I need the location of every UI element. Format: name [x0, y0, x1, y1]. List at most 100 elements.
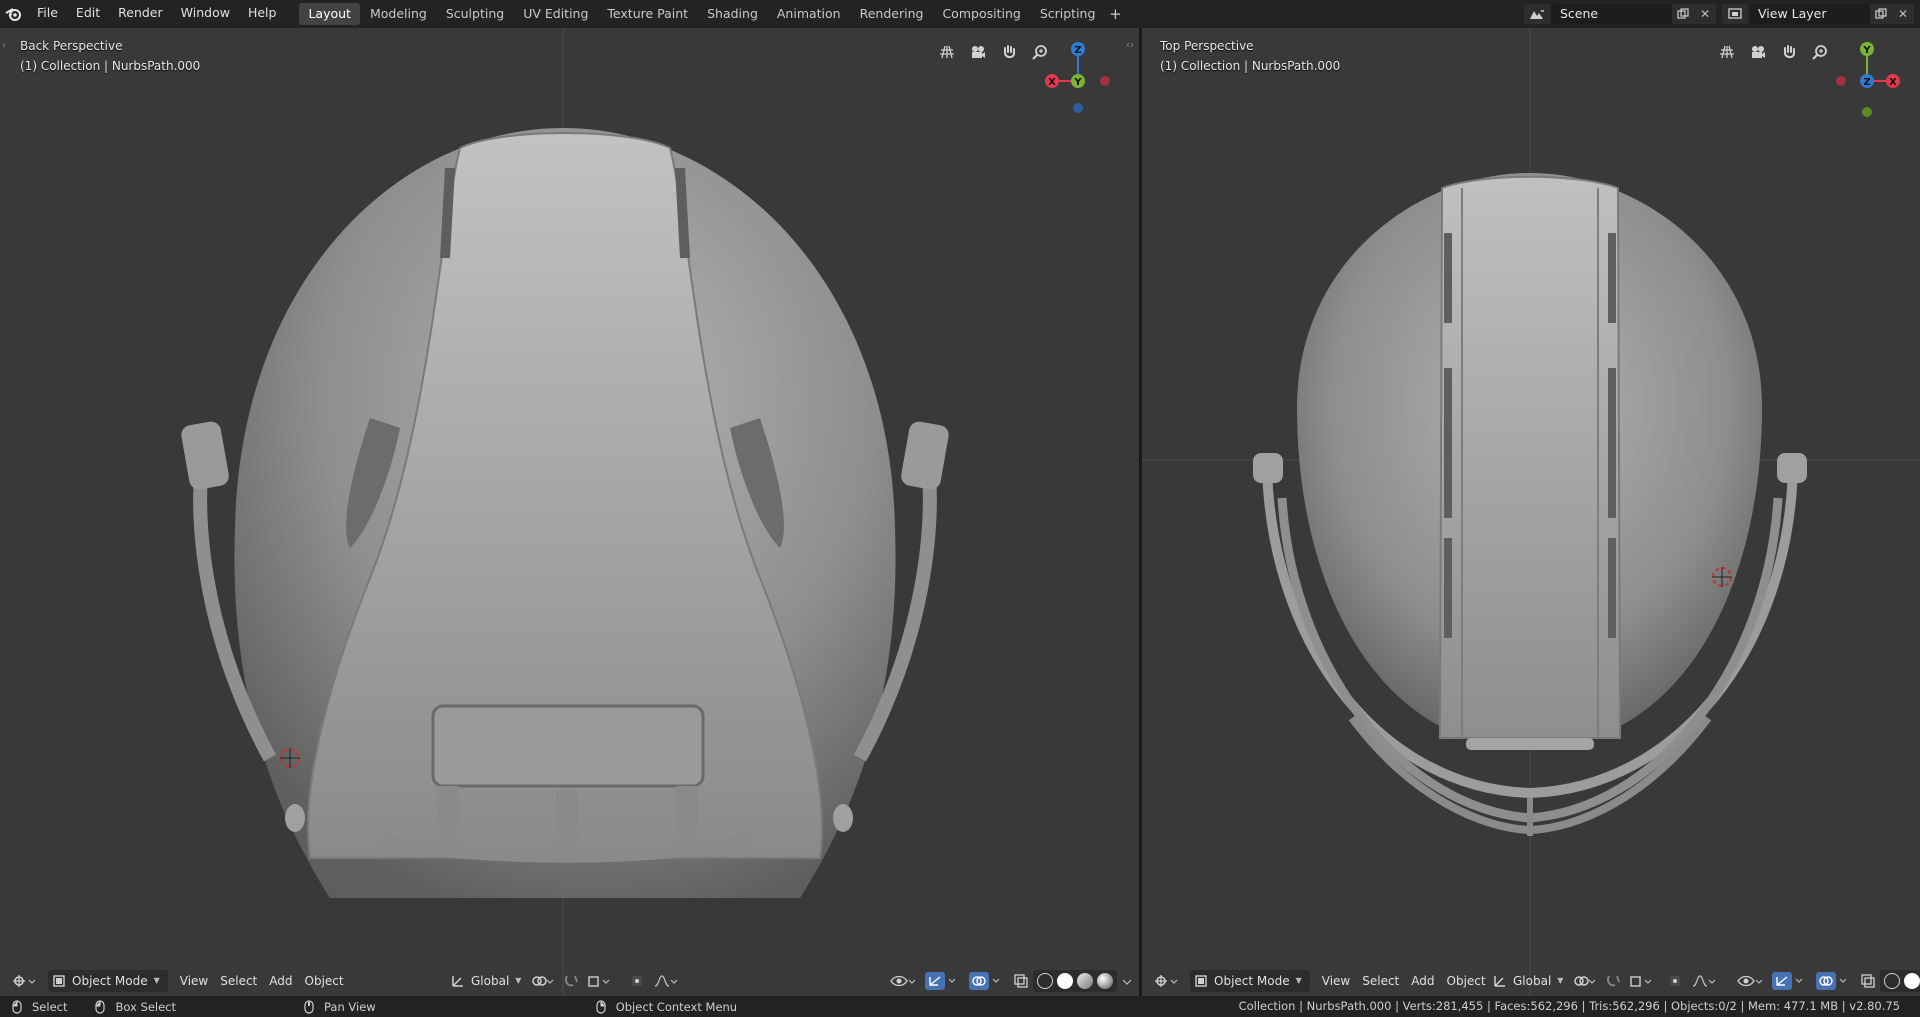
transform-controls: Global ▼ [445, 970, 683, 992]
view-layer-name-field[interactable]: View Layer [1750, 4, 1870, 24]
status-pan-view: Pan View [302, 1000, 376, 1014]
menu-add[interactable]: Add [263, 970, 298, 992]
chevron-down-icon: ▼ [1557, 976, 1564, 985]
menu-object[interactable]: Object [1441, 970, 1492, 992]
chevron-down-icon: ▼ [153, 976, 160, 985]
tab-uv-editing[interactable]: UV Editing [514, 3, 597, 25]
editor-type-icon[interactable] [1150, 970, 1184, 992]
helmet-back-render [181, 28, 949, 996]
viewport-header: Object Mode ▼ View Select Add Object Glob… [0, 966, 1139, 996]
menu-window[interactable]: Window [172, 0, 239, 28]
mouse-left-icon [95, 999, 106, 1014]
camera-icon[interactable] [1744, 38, 1772, 66]
menu-select[interactable]: Select [214, 970, 263, 992]
expand-sidebar-icon[interactable]: ‹› [1126, 40, 1136, 54]
delete-view-layer-icon[interactable]: ✕ [1892, 4, 1914, 24]
proportional-edit-icon[interactable] [1663, 970, 1687, 992]
menu-view[interactable]: View [174, 970, 214, 992]
mouse-right-icon [596, 999, 606, 1014]
falloff-icon[interactable] [1687, 970, 1721, 992]
mode-selector[interactable]: Object Mode ▼ [48, 970, 168, 992]
overlays-icon[interactable] [1812, 970, 1856, 992]
wireframe-shading-icon[interactable] [1884, 973, 1900, 989]
mode-selector[interactable]: Object Mode ▼ [1190, 970, 1310, 992]
status-pan-view-label: Pan View [324, 999, 376, 1014]
hand-icon[interactable] [995, 38, 1023, 66]
tab-sculpting[interactable]: Sculpting [437, 3, 513, 25]
shading-options-icon[interactable] [1117, 970, 1137, 992]
material-shading-icon[interactable] [1077, 973, 1093, 989]
view-layer-icon[interactable] [1722, 4, 1748, 24]
orientation-selector[interactable]: Global ▼ [1487, 970, 1569, 992]
menu-render[interactable]: Render [109, 0, 172, 28]
view-layer-selector[interactable]: View Layer ✕ [1722, 4, 1914, 24]
gizmo-axis-x-label: X [1889, 77, 1897, 88]
expand-toolbar-icon[interactable]: › [2, 40, 12, 54]
wireframe-shading-icon[interactable] [1037, 973, 1053, 989]
snap-icon[interactable] [559, 970, 583, 992]
menu-edit[interactable]: Edit [67, 0, 109, 28]
mode-label: Object Mode [72, 974, 148, 988]
add-workspace-button[interactable]: + [1105, 5, 1125, 23]
tab-modeling[interactable]: Modeling [361, 3, 436, 25]
pivot-icon[interactable] [527, 970, 559, 992]
xray-icon[interactable] [1009, 970, 1033, 992]
falloff-icon[interactable] [649, 970, 683, 992]
navigation-gizmo[interactable]: Z X Y [1030, 32, 1130, 122]
menu-view[interactable]: View [1316, 970, 1356, 992]
grid-icon[interactable] [1713, 38, 1741, 66]
menu-select[interactable]: Select [1356, 970, 1405, 992]
duplicate-scene-icon[interactable] [1672, 4, 1694, 24]
gizmo-axis-y-label: Y [1073, 77, 1082, 88]
solid-shading-icon[interactable] [1904, 973, 1920, 989]
gizmo-toggle-icon[interactable] [1768, 970, 1812, 992]
view-name: Top Perspective [1160, 39, 1254, 53]
tab-texture-paint[interactable]: Texture Paint [598, 3, 697, 25]
chevron-down-icon: ▼ [1295, 976, 1302, 985]
snap-icon[interactable] [1601, 970, 1625, 992]
tab-shading[interactable]: Shading [698, 3, 767, 25]
viewport-info: Back Perspective (1) Collection | NurbsP… [20, 36, 200, 76]
tab-compositing[interactable]: Compositing [933, 3, 1029, 25]
chevron-down-icon: ▼ [515, 976, 522, 985]
pivot-icon[interactable] [1569, 970, 1601, 992]
blender-logo-icon[interactable] [0, 0, 28, 28]
tab-rendering[interactable]: Rendering [851, 3, 933, 25]
navigation-gizmo[interactable]: Y Z X [1814, 32, 1914, 122]
gizmo-axis-x-label: X [1048, 77, 1056, 88]
menu-help[interactable]: Help [239, 0, 286, 28]
visibility-icon[interactable] [1732, 970, 1768, 992]
scene-icon[interactable] [1524, 4, 1550, 24]
workspace-tabs: Layout Modeling Sculpting UV Editing Tex… [299, 0, 1125, 28]
menu-object[interactable]: Object [299, 970, 350, 992]
gizmo-toggle-icon[interactable] [921, 970, 965, 992]
menu-add[interactable]: Add [1405, 970, 1440, 992]
tab-scripting[interactable]: Scripting [1031, 3, 1105, 25]
scene-statistics: Collection | NurbsPath.000 | Verts:281,4… [1238, 999, 1900, 1013]
viewport-top[interactable]: Top Perspective (1) Collection | NurbsPa… [1142, 28, 1920, 996]
rendered-shading-icon[interactable] [1097, 973, 1113, 989]
xray-icon[interactable] [1856, 970, 1880, 992]
visibility-icon[interactable] [885, 970, 921, 992]
tab-animation[interactable]: Animation [768, 3, 850, 25]
hand-icon[interactable] [1775, 38, 1803, 66]
snap-target-icon[interactable] [583, 970, 615, 992]
editor-type-icon[interactable] [8, 970, 42, 992]
snap-target-icon[interactable] [1625, 970, 1657, 992]
solid-shading-icon[interactable] [1057, 973, 1073, 989]
grid-icon[interactable] [933, 38, 961, 66]
viewport-back[interactable]: › Back Perspective (1) Collection | Nurb… [0, 28, 1139, 996]
tab-layout[interactable]: Layout [299, 3, 360, 25]
delete-scene-icon[interactable]: ✕ [1694, 4, 1716, 24]
orientation-label: Global [471, 974, 510, 988]
orientation-selector[interactable]: Global ▼ [445, 970, 527, 992]
duplicate-view-layer-icon[interactable] [1870, 4, 1892, 24]
status-context-menu: Object Context Menu [594, 1000, 737, 1014]
top-bar: File Edit Render Window Help Layout Mode… [0, 0, 1920, 28]
camera-icon[interactable] [964, 38, 992, 66]
scene-selector[interactable]: Scene ✕ [1524, 4, 1716, 24]
overlays-icon[interactable] [965, 970, 1009, 992]
scene-name-field[interactable]: Scene [1552, 4, 1672, 24]
menu-file[interactable]: File [28, 0, 67, 28]
proportional-edit-icon[interactable] [625, 970, 649, 992]
